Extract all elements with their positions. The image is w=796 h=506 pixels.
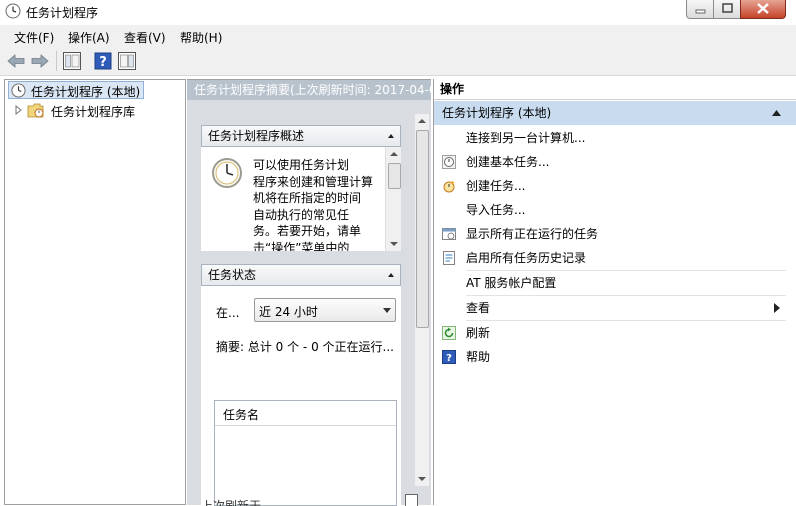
- maximize-icon: [714, 0, 740, 18]
- action-label: 连接到另一台计算机...: [466, 126, 585, 150]
- action-label: AT 服务帐户配置: [466, 271, 556, 295]
- menu-help[interactable]: 帮助(H): [180, 29, 222, 46]
- action-enable-history[interactable]: 启用所有任务历史记录: [434, 246, 796, 270]
- clock-icon: [211, 157, 243, 189]
- tree-item-label: 任务计划程序 (本地): [31, 83, 140, 100]
- clock-icon: [11, 83, 26, 98]
- navigation-tree: 任务计划程序 (本地) 任务计划程序库: [4, 79, 186, 505]
- action-connect[interactable]: 连接到另一台计算机...: [434, 126, 796, 150]
- overview-line: 程序来创建和管理计算: [253, 174, 383, 191]
- forward-arrow-icon[interactable]: [30, 51, 50, 71]
- refresh-icon: [442, 326, 456, 340]
- overview-body: 可以使用任务计划 程序来创建和管理计算 机将在所指定的时间 自动执行的常见任 务…: [201, 147, 401, 251]
- action-import-task[interactable]: 导入任务...: [434, 198, 796, 222]
- collapse-caret-icon[interactable]: [388, 273, 394, 277]
- summary-scrollbar[interactable]: [415, 114, 429, 486]
- refresh-small-icon[interactable]: [405, 494, 419, 506]
- action-label: 查看: [466, 296, 490, 320]
- clock-app-icon: [5, 3, 21, 19]
- maximize-button[interactable]: [713, 0, 741, 19]
- scroll-up-icon[interactable]: [418, 118, 426, 124]
- overview-line: 自动执行的常见任: [253, 207, 383, 224]
- scroll-up-icon[interactable]: [390, 151, 398, 157]
- action-refresh[interactable]: 刷新: [434, 321, 796, 345]
- overview-line: 务。若要开始，请单: [253, 223, 383, 240]
- scroll-down-icon[interactable]: [390, 241, 398, 247]
- scroll-down-icon[interactable]: [418, 476, 426, 482]
- running-tasks-icon: [442, 227, 456, 241]
- collapse-caret-icon[interactable]: [388, 134, 394, 138]
- task-name-column-header[interactable]: 任务名: [223, 406, 259, 423]
- close-button[interactable]: [740, 0, 786, 19]
- expand-arrow-icon[interactable]: [15, 105, 23, 115]
- table-header-divider: [215, 425, 396, 426]
- close-icon: [741, 0, 785, 18]
- overview-title: 任务计划程序概述: [208, 129, 304, 143]
- action-at-service-config[interactable]: AT 服务帐户配置: [434, 271, 796, 295]
- toolbar-divider: [56, 51, 57, 71]
- clock-wizard-icon: [442, 155, 456, 169]
- history-icon: [442, 251, 456, 265]
- actions-pane: 操作 任务计划程序 (本地) 连接到另一台计算机... 创建基本任务... 创建…: [433, 79, 796, 505]
- tree-item-label: 任务计划程序库: [51, 103, 135, 120]
- actions-title: 操作: [434, 79, 796, 100]
- overview-line: 机将在所指定的时间: [253, 190, 383, 207]
- help-icon[interactable]: ?: [93, 51, 113, 71]
- overview-scrollbar[interactable]: [385, 147, 401, 251]
- status-summary: 摘要: 总计 0 个 - 0 个正在运行...: [216, 338, 394, 355]
- menu-action[interactable]: 操作(A): [68, 29, 110, 46]
- scroll-thumb[interactable]: [388, 163, 401, 189]
- overview-section-header[interactable]: 任务计划程序概述: [201, 125, 401, 147]
- show-hide-action-pane-icon[interactable]: [117, 51, 137, 71]
- action-help[interactable]: ? 帮助: [434, 345, 796, 369]
- action-label: 创建基本任务...: [466, 150, 549, 174]
- summary-header: 任务计划程序摘要(上次刷新时间: 2017-04-0: [187, 80, 431, 100]
- status-body: 在... 近 24 小时 摘要: 总计 0 个 - 0 个正在运行... 任务名: [201, 286, 401, 506]
- toolbar: ?: [0, 47, 796, 76]
- overview-text: 可以使用任务计划 程序来创建和管理计算 机将在所指定的时间 自动执行的常见任 务…: [253, 157, 383, 251]
- status-section-header[interactable]: 任务状态: [201, 264, 401, 286]
- action-view[interactable]: 查看: [434, 296, 796, 320]
- submenu-arrow-icon: [774, 303, 780, 313]
- time-range-value: 近 24 小时: [259, 303, 318, 320]
- svg-text:?: ?: [446, 353, 452, 364]
- action-label: 帮助: [466, 345, 490, 369]
- tree-item-library[interactable]: 任务计划程序库: [15, 102, 165, 120]
- folder-clock-icon: [27, 102, 45, 119]
- action-create-basic-task[interactable]: 创建基本任务...: [434, 150, 796, 174]
- menu-bar: 文件(F) 操作(A) 查看(V) 帮助(H): [0, 25, 796, 47]
- overview-line: 击“操作”菜单中的: [253, 240, 383, 252]
- task-table[interactable]: 任务名: [214, 400, 397, 506]
- time-range-select[interactable]: 近 24 小时: [254, 298, 396, 322]
- title-bar: 任务计划程序: [0, 0, 796, 24]
- action-create-task[interactable]: 创建任务...: [434, 174, 796, 198]
- actions-section-label: 任务计划程序 (本地): [442, 106, 551, 120]
- tree-item-root[interactable]: 任务计划程序 (本地): [8, 81, 144, 99]
- action-label: 导入任务...: [466, 198, 525, 222]
- in-label: 在...: [216, 304, 239, 321]
- scroll-thumb[interactable]: [416, 130, 429, 328]
- minimize-icon: [687, 0, 713, 18]
- action-show-running[interactable]: 显示所有正在运行的任务: [434, 222, 796, 246]
- action-label: 启用所有任务历史记录: [466, 246, 586, 270]
- action-label: 刷新: [466, 321, 490, 345]
- status-title: 任务状态: [208, 268, 256, 282]
- menu-file[interactable]: 文件(F): [14, 29, 54, 46]
- minimize-button[interactable]: [686, 0, 714, 19]
- actions-section-header[interactable]: 任务计划程序 (本地): [434, 101, 796, 125]
- action-label: 创建任务...: [466, 174, 525, 198]
- menu-view[interactable]: 查看(V): [124, 29, 166, 46]
- collapse-caret-icon[interactable]: [772, 110, 781, 116]
- svg-text:?: ?: [99, 55, 107, 70]
- summary-pane: 任务计划程序摘要(上次刷新时间: 2017-04-0 任务计划程序概述 可以使用…: [187, 79, 431, 505]
- show-hide-tree-icon[interactable]: [62, 51, 82, 71]
- window-title: 任务计划程序: [26, 4, 98, 21]
- chevron-down-icon: [383, 308, 391, 313]
- action-label: 显示所有正在运行的任务: [466, 222, 598, 246]
- back-arrow-icon[interactable]: [6, 51, 26, 71]
- overview-line: 可以使用任务计划: [253, 157, 383, 174]
- help-icon: ?: [442, 350, 456, 364]
- last-refresh-text: 上次刷新于: [201, 494, 351, 506]
- clock-new-icon: [442, 179, 456, 193]
